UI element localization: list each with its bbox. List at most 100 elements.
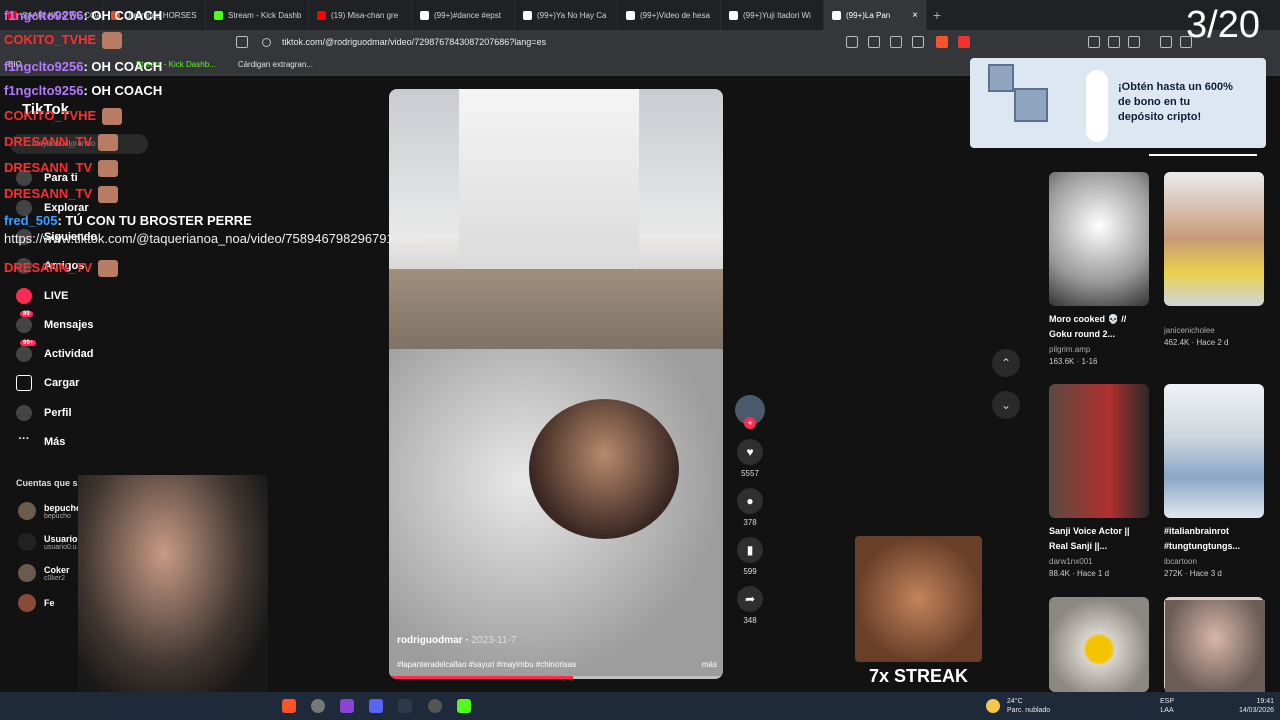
related-title[interactable]: Moro cooked 💀 // Goku round 2... xyxy=(1049,312,1149,342)
related-thumbnail[interactable] xyxy=(1164,172,1264,306)
following-item[interactable]: Usuario usuario0.u xyxy=(18,533,78,551)
related-user[interactable]: janicenicholee xyxy=(1164,326,1264,335)
prev-video-button[interactable]: ⌃ xyxy=(992,349,1020,377)
extension-icon[interactable] xyxy=(1088,36,1100,48)
discord-icon[interactable] xyxy=(369,699,383,713)
browser-tab[interactable]: (19) Misa-chan gre xyxy=(309,0,412,30)
bookmark-cardigan[interactable]: Cárdigan extragran... xyxy=(238,60,313,69)
chat-emote-icon xyxy=(98,160,119,178)
related-card[interactable]: janicenicholee 462.4K · Hace 2 d xyxy=(1164,172,1264,347)
weather-desc: Parc. nublado xyxy=(1007,707,1051,714)
chat-message: f1ngclto9256: OH COACH xyxy=(4,59,162,74)
related-card[interactable] xyxy=(1049,597,1149,692)
live-icon xyxy=(16,288,32,304)
related-card[interactable]: Sanji Voice Actor || Real Sanji ||... da… xyxy=(1049,384,1149,578)
video-player[interactable]: rodriguodmar · 2023-11-7 #lapanteradelca… xyxy=(389,89,723,679)
url-text[interactable]: tiktok.com/@rodriguodmar/video/729876784… xyxy=(282,37,546,47)
nav-mas[interactable]: ··· Más xyxy=(16,434,66,450)
related-card[interactable]: #italianbrainrot #tungtungtungs... ibcar… xyxy=(1164,384,1264,578)
video-progress[interactable] xyxy=(389,676,723,679)
tab-strip: SAARI KIDS WE COACH YouDownload HORSESSt… xyxy=(0,0,1280,30)
promo-toolbar[interactable] xyxy=(1086,70,1108,142)
site-info-icon[interactable] xyxy=(262,38,271,47)
address-bar[interactable]: tiktok.com/@rodriguodmar/video/729876784… xyxy=(0,30,1280,54)
browser-tab[interactable]: (99+)Ya No Hay Ca xyxy=(515,0,618,30)
related-thumbnail[interactable] xyxy=(1049,172,1149,306)
obs-icon[interactable] xyxy=(311,699,325,713)
text-icon[interactable] xyxy=(868,36,880,48)
chevron-up-icon: ⌃ xyxy=(1000,356,1012,370)
related-user[interactable]: ibcartoon xyxy=(1164,557,1264,566)
heart-icon[interactable]: ♥ xyxy=(737,439,763,465)
browser-tab[interactable]: (99+)Video de hesa xyxy=(618,0,721,30)
save-action[interactable]: ▮ 599 xyxy=(737,537,763,576)
nav-live[interactable]: LIVE xyxy=(16,288,68,304)
browser-tab[interactable]: Stream - Kick Dashb xyxy=(206,0,309,30)
chat-username: COKITO_TVHE xyxy=(4,108,97,123)
nav-mensajes[interactable]: 89 Mensajes xyxy=(16,311,94,333)
chat-message: f1ngclto9256: OH COACH xyxy=(4,8,162,23)
related-card[interactable]: Moro cooked 💀 // Goku round 2... pilgrim… xyxy=(1049,172,1149,366)
share-icon[interactable] xyxy=(912,36,924,48)
comment-action[interactable]: ● 378 xyxy=(737,488,763,527)
kick-icon[interactable] xyxy=(457,699,471,713)
browser-tab[interactable]: (99+)#dance #epst xyxy=(412,0,515,30)
comment-icon[interactable]: ● xyxy=(737,488,763,514)
browser-tab[interactable]: (99+)Yuji Itadori Wi xyxy=(721,0,824,30)
brave-icon[interactable] xyxy=(282,699,296,713)
new-tab-button[interactable]: + xyxy=(927,7,947,23)
bookmark-icon[interactable]: ▮ xyxy=(737,537,763,563)
webcam-overlay xyxy=(1165,600,1265,695)
puzzle-icon[interactable] xyxy=(1108,36,1120,48)
brave-shield-icon[interactable] xyxy=(936,36,948,48)
nav-cargar[interactable]: Cargar xyxy=(16,375,79,391)
related-thumbnail[interactable] xyxy=(1164,384,1264,518)
lang-layout: LAA xyxy=(1160,707,1174,714)
following-item[interactable]: Coker c0ker2 xyxy=(18,564,70,582)
video-hashtags[interactable]: #lapanteradelcallao #sayuri #mayimbu #ch… xyxy=(397,660,576,669)
related-thumbnail[interactable] xyxy=(1049,597,1149,692)
music-icon[interactable] xyxy=(1160,36,1172,48)
streak-overlay: 7x STREAK xyxy=(855,536,982,690)
chat-message: COKITO_TVHE xyxy=(4,32,123,50)
app-icon[interactable] xyxy=(340,699,354,713)
related-title[interactable]: #italianbrainrot #tungtungtungs... xyxy=(1164,524,1264,554)
weather-widget[interactable]: 24°C Parc. nublado xyxy=(1007,697,1050,715)
clock[interactable]: 19:41 14/03/2026 xyxy=(1218,697,1274,715)
close-tab-icon[interactable]: × xyxy=(912,10,918,21)
cast-icon[interactable] xyxy=(890,36,902,48)
chat-message: COKITO_TVHE xyxy=(4,108,123,126)
chat-message: DRESANN_TV xyxy=(4,260,119,278)
video-author[interactable]: rodriguodmar xyxy=(397,635,463,646)
follow-plus-icon[interactable]: + xyxy=(744,417,756,429)
next-video-button[interactable]: ⌄ xyxy=(992,391,1020,419)
tab-title: (19) Misa-chan gre xyxy=(331,10,399,20)
following-name: bepucho xyxy=(44,502,82,513)
share-action[interactable]: ➦ 348 xyxy=(737,586,763,625)
chat-text: : OH COACH xyxy=(83,59,163,74)
weather-icon[interactable] xyxy=(986,699,1000,713)
more-link[interactable]: más xyxy=(702,660,717,669)
terminal-icon[interactable] xyxy=(398,699,412,713)
rewards-icon[interactable] xyxy=(958,36,970,48)
browser-tab[interactable]: (99+)La Pan × xyxy=(824,0,927,30)
related-user[interactable]: pilgrim.amp xyxy=(1049,345,1149,354)
related-thumbnail[interactable] xyxy=(1049,384,1149,518)
like-action[interactable]: ♥ 5557 xyxy=(737,439,763,478)
following-item[interactable]: Fe xyxy=(18,594,55,612)
bookmark-icon[interactable] xyxy=(236,36,248,48)
share-arrow-icon[interactable]: ➦ xyxy=(737,586,763,612)
chat-emote-icon xyxy=(98,260,119,278)
related-user[interactable]: darw1nx001 xyxy=(1049,557,1149,566)
language-indicator[interactable]: ESP LAA xyxy=(1160,697,1174,715)
following-item[interactable]: bepucho bepucho xyxy=(18,502,82,520)
nav-actividad[interactable]: 99+ Actividad xyxy=(16,340,94,362)
nav-perfil[interactable]: Perfil xyxy=(16,405,72,421)
comment-count: 378 xyxy=(743,518,757,527)
related-title[interactable]: Sanji Voice Actor || Real Sanji ||... xyxy=(1049,524,1149,554)
app-icon[interactable] xyxy=(428,699,442,713)
crypto-promo-banner[interactable]: ¡Obtén hasta un 600% de bono en tu depós… xyxy=(970,58,1266,148)
author-avatar[interactable]: + xyxy=(735,395,765,429)
translate-icon[interactable] xyxy=(846,36,858,48)
sidebar-icon[interactable] xyxy=(1128,36,1140,48)
